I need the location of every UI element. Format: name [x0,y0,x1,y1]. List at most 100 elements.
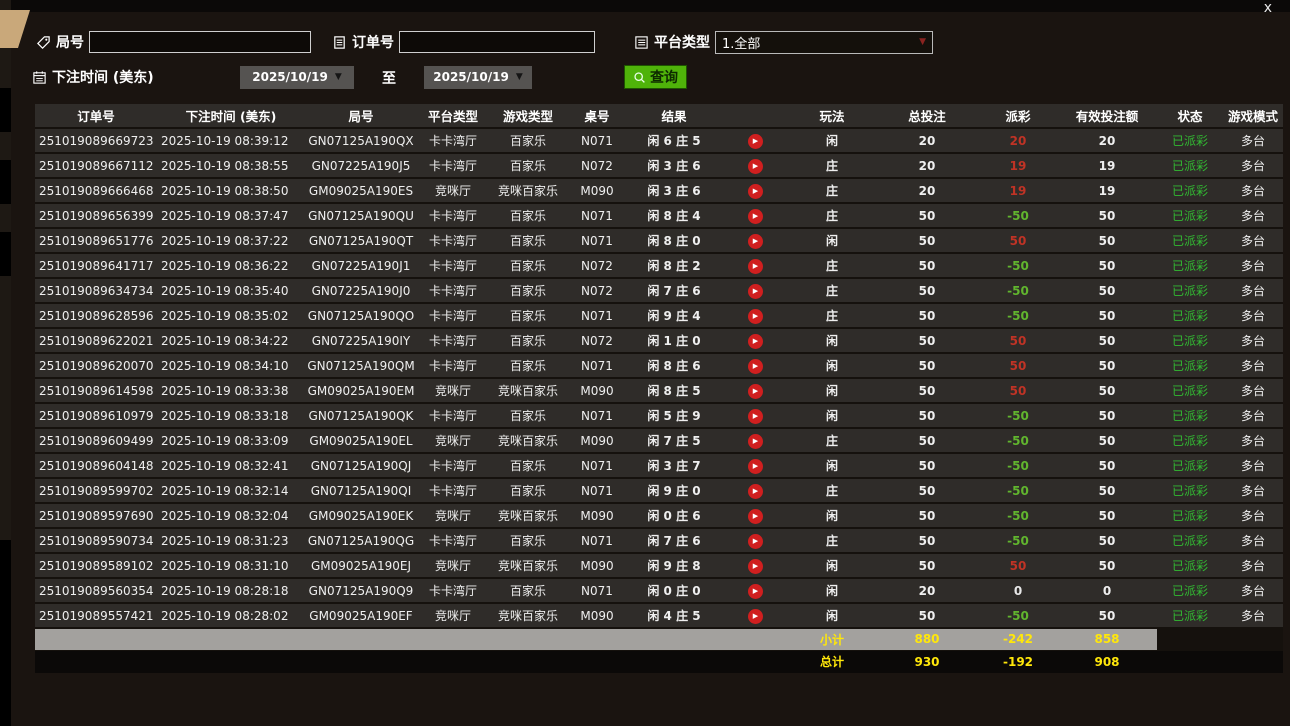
cell-order-no: 251019089604148 [35,453,157,478]
play-video-icon[interactable]: ▶ [748,434,763,449]
cell-order-no: 251019089651776 [35,228,157,253]
close-icon[interactable]: x [1264,0,1272,16]
play-video-icon[interactable]: ▶ [748,334,763,349]
play-video-icon[interactable]: ▶ [748,584,763,599]
cell-result: 闲 4 庄 5 [627,603,721,628]
cell-play: ▶ [721,278,789,303]
play-video-icon[interactable]: ▶ [748,609,763,624]
cell-play: ▶ [721,453,789,478]
table-row: 251019089590734 2025-10-19 08:31:23 GN07… [35,528,1283,553]
cell-platform: 竞咪厅 [417,178,489,203]
cell-result: 闲 9 庄 4 [627,303,721,328]
cell-valid-bet: 50 [1057,428,1157,453]
cell-platform: 卡卡湾厅 [417,153,489,178]
cell-valid-bet: 0 [1057,578,1157,603]
play-video-icon[interactable]: ▶ [748,259,763,274]
cell-play: ▶ [721,478,789,503]
cell-table-no: N071 [567,203,627,228]
platform-type-filter: 平台类型 1.全部 ▼ [634,30,933,54]
cell-status: 已派彩 [1157,603,1223,628]
cell-payout: 19 [979,153,1057,178]
play-video-icon[interactable]: ▶ [748,234,763,249]
play-video-icon[interactable]: ▶ [748,409,763,424]
round-number-input[interactable] [89,31,311,53]
cell-round-no: GM09025A190EL [305,428,417,453]
cell-bet-time: 2025-10-19 08:28:18 [157,578,305,603]
cell-result: 闲 7 庄 6 [627,528,721,553]
platform-type-select[interactable]: 1.全部 ▼ [715,31,933,54]
play-video-icon[interactable]: ▶ [748,134,763,149]
cell-platform: 竞咪厅 [417,378,489,403]
date-to-label: 至 [382,68,396,88]
tag-icon [36,35,51,50]
cell-round-no: GN07125A190QU [305,203,417,228]
table-row: 251019089628596 2025-10-19 08:35:02 GN07… [35,303,1283,328]
play-video-icon[interactable]: ▶ [748,459,763,474]
play-video-icon[interactable]: ▶ [748,159,763,174]
play-video-icon[interactable]: ▶ [748,309,763,324]
cell-play: ▶ [721,353,789,378]
cell-total-bet: 50 [875,378,979,403]
cell-mode: 多台 [1223,278,1283,303]
cell-status: 已派彩 [1157,403,1223,428]
cell-total-bet: 50 [875,328,979,353]
cell-valid-bet: 50 [1057,253,1157,278]
cell-order-no: 251019089628596 [35,303,157,328]
cell-play: ▶ [721,228,789,253]
cell-round-no: GN07125A190QM [305,353,417,378]
cell-bet-time: 2025-10-19 08:34:10 [157,353,305,378]
cell-mode: 多台 [1223,378,1283,403]
date-to-select[interactable]: 2025/10/19 ▼ [424,66,532,89]
table-row: 251019089634734 2025-10-19 08:35:40 GN07… [35,278,1283,303]
col-order-no: 订单号 [35,104,157,128]
cell-status: 已派彩 [1157,278,1223,303]
cell-round-no: GN07125A190QT [305,228,417,253]
cell-result: 闲 8 庄 2 [627,253,721,278]
cell-play-method: 闲 [789,553,875,578]
cell-play-method: 庄 [789,153,875,178]
cell-order-no: 251019089620070 [35,353,157,378]
play-video-icon[interactable]: ▶ [748,509,763,524]
cell-table-no: M090 [567,553,627,578]
cell-payout: 50 [979,553,1057,578]
play-video-icon[interactable]: ▶ [748,559,763,574]
cell-table-no: N072 [567,253,627,278]
col-mode: 游戏模式 [1223,104,1283,128]
search-icon [633,71,646,84]
play-video-icon[interactable]: ▶ [748,284,763,299]
query-button[interactable]: 查询 [624,65,687,89]
cell-mode: 多台 [1223,178,1283,203]
cell-result: 闲 3 庄 7 [627,453,721,478]
play-video-icon[interactable]: ▶ [748,484,763,499]
cell-game-type: 百家乐 [489,578,567,603]
cell-order-no: 251019089669723 [35,128,157,153]
table-row: 251019089641717 2025-10-19 08:36:22 GN07… [35,253,1283,278]
cell-result: 闲 5 庄 9 [627,403,721,428]
cell-bet-time: 2025-10-19 08:38:50 [157,178,305,203]
play-video-icon[interactable]: ▶ [748,209,763,224]
cell-game-type: 百家乐 [489,228,567,253]
play-video-icon[interactable]: ▶ [748,359,763,374]
cell-valid-bet: 19 [1057,153,1157,178]
cell-order-no: 251019089656399 [35,203,157,228]
cell-table-no: M090 [567,178,627,203]
cell-mode: 多台 [1223,353,1283,378]
play-video-icon[interactable]: ▶ [748,184,763,199]
cell-order-no: 251019089560354 [35,578,157,603]
play-video-icon[interactable]: ▶ [748,384,763,399]
subtotal-spacer [35,628,789,650]
cell-order-no: 251019089641717 [35,253,157,278]
subtotal-dark-spacer [1157,628,1283,650]
cell-play-method: 庄 [789,303,875,328]
cell-play-method: 闲 [789,503,875,528]
cell-bet-time: 2025-10-19 08:37:47 [157,203,305,228]
cell-table-no: M090 [567,378,627,403]
order-number-input[interactable] [399,31,595,53]
cell-status: 已派彩 [1157,503,1223,528]
cell-bet-time: 2025-10-19 08:33:18 [157,403,305,428]
play-video-icon[interactable]: ▶ [748,534,763,549]
cell-round-no: GN07125A190QI [305,478,417,503]
cell-platform: 卡卡湾厅 [417,203,489,228]
date-from-select[interactable]: 2025/10/19 ▼ [240,66,354,89]
cell-total-bet: 50 [875,553,979,578]
